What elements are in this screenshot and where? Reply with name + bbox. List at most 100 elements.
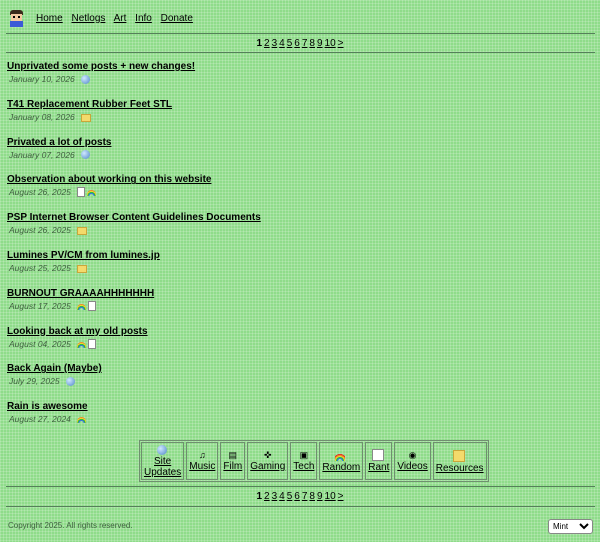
- category-gaming[interactable]: ✜ Gaming: [247, 442, 289, 480]
- category-link[interactable]: Film: [223, 461, 242, 472]
- list-item: Lumines PV/CM from lumines.jp August 25, …: [7, 249, 261, 287]
- divider: [6, 486, 595, 487]
- globe-icon: [156, 444, 167, 455]
- page-link[interactable]: 2: [264, 38, 270, 49]
- pagination-top: 1 2 3 4 5 6 7 8 9 10 >: [0, 38, 600, 49]
- list-item: Observation about working on this websit…: [7, 173, 261, 211]
- category-music[interactable]: ♫ Music: [186, 442, 219, 480]
- list-item: PSP Internet Browser Content Guidelines …: [7, 211, 261, 249]
- category-link[interactable]: Videos: [397, 461, 427, 472]
- document-icon: [87, 338, 96, 349]
- page-link[interactable]: 5: [287, 38, 293, 49]
- post-title-link[interactable]: Unprivated some posts + new changes!: [7, 60, 261, 73]
- post-date: August 25, 2025: [9, 262, 71, 273]
- post-title-link[interactable]: Privated a lot of posts: [7, 136, 261, 149]
- nav-link-donate[interactable]: Donate: [161, 13, 193, 24]
- category-tech[interactable]: ▣ Tech: [290, 442, 318, 480]
- category-link[interactable]: Resources: [436, 463, 484, 474]
- document-icon: [371, 449, 384, 461]
- category-videos[interactable]: ◉ Videos: [394, 442, 431, 480]
- folder-icon: [76, 227, 87, 236]
- page-link[interactable]: 10: [325, 491, 336, 502]
- page-link[interactable]: 4: [279, 491, 285, 502]
- globe-icon: [65, 376, 75, 386]
- page-link[interactable]: 8: [309, 38, 315, 49]
- rainbow-icon: [335, 451, 346, 461]
- next-page-link[interactable]: >: [338, 491, 344, 502]
- globe-icon: [80, 150, 90, 160]
- list-item: Unprivated some posts + new changes! Janu…: [7, 60, 261, 98]
- page-link[interactable]: 9: [317, 491, 323, 502]
- category-link[interactable]: Site Updates: [144, 456, 181, 478]
- divider: [6, 52, 595, 53]
- theme-select[interactable]: Mint: [548, 519, 593, 534]
- divider: [6, 33, 595, 34]
- nav-link-netlogs[interactable]: Netlogs: [71, 13, 105, 24]
- page-link[interactable]: 7: [302, 38, 308, 49]
- post-title-link[interactable]: T41 Replacement Rubber Feet STL: [7, 98, 261, 111]
- list-item: BURNOUT GRAAAAHHHHHHH August 17, 2025: [7, 287, 261, 325]
- category-site-updates[interactable]: Site Updates: [141, 442, 185, 480]
- video-icon: ◉: [408, 450, 417, 460]
- post-title-link[interactable]: Back Again (Maybe): [7, 362, 261, 375]
- computer-icon: ▣: [299, 450, 309, 460]
- nav-link-art[interactable]: Art: [114, 13, 127, 24]
- post-title-link[interactable]: Observation about working on this websit…: [7, 173, 261, 186]
- post-title-link[interactable]: Rain is awesome: [7, 400, 261, 413]
- page-link[interactable]: 7: [302, 491, 308, 502]
- post-title-link[interactable]: PSP Internet Browser Content Guidelines …: [7, 211, 261, 224]
- current-page: 1: [256, 38, 263, 49]
- category-bar: Site Updates ♫ Music ▤ Film ✜ Gaming ▣ Tech R…: [139, 440, 489, 482]
- copyright-text: Copyright 2025. All rights reserved.: [8, 521, 133, 530]
- page-link[interactable]: 3: [272, 38, 278, 49]
- category-link[interactable]: Music: [189, 461, 215, 472]
- page-link[interactable]: 5: [287, 491, 293, 502]
- avatar-logo[interactable]: [8, 9, 25, 27]
- page-link[interactable]: 9: [317, 38, 323, 49]
- header: Home Netlogs Art Info Donate: [8, 8, 199, 28]
- post-date: January 10, 2026: [9, 74, 75, 84]
- post-date: August 04, 2025: [9, 338, 71, 349]
- post-date: August 26, 2025: [9, 187, 71, 198]
- post-date: August 27, 2024: [9, 414, 71, 425]
- list-item: Back Again (Maybe) July 29, 2025: [7, 362, 261, 400]
- category-rant[interactable]: Rant: [365, 442, 393, 480]
- list-item: Looking back at my old posts August 04, 2…: [7, 325, 261, 363]
- post-title-link[interactable]: Looking back at my old posts: [7, 325, 261, 338]
- next-page-link[interactable]: >: [338, 38, 344, 49]
- post-date: January 07, 2026: [9, 149, 75, 160]
- gamepad-icon: ✜: [263, 450, 272, 460]
- category-link[interactable]: Tech: [293, 461, 314, 472]
- current-page: 1: [256, 491, 263, 502]
- list-item: T41 Replacement Rubber Feet STL January 0…: [7, 98, 261, 136]
- folder-icon: [452, 450, 465, 462]
- rainbow-icon: [76, 303, 86, 310]
- rainbow-icon: [76, 417, 86, 424]
- page-link[interactable]: 6: [294, 491, 300, 502]
- category-film[interactable]: ▤ Film: [220, 442, 246, 480]
- category-link[interactable]: Rant: [368, 462, 389, 473]
- page-link[interactable]: 2: [264, 491, 270, 502]
- page-link[interactable]: 3: [272, 491, 278, 502]
- folder-icon: [80, 113, 91, 122]
- film-icon: ▤: [228, 450, 238, 460]
- category-resources[interactable]: Resources: [432, 442, 487, 480]
- list-item: Rain is awesome August 27, 2024: [7, 400, 261, 438]
- nav-link-home[interactable]: Home: [36, 13, 63, 24]
- post-title-link[interactable]: Lumines PV/CM from lumines.jp: [7, 249, 261, 262]
- nav-link-info[interactable]: Info: [135, 13, 152, 24]
- category-link[interactable]: Gaming: [250, 461, 285, 472]
- category-link[interactable]: Random: [322, 462, 360, 473]
- page-link[interactable]: 4: [279, 38, 285, 49]
- page-link[interactable]: 6: [294, 38, 300, 49]
- page-link[interactable]: 8: [309, 491, 315, 502]
- pagination-bottom: 1 2 3 4 5 6 7 8 9 10 >: [0, 491, 600, 502]
- music-note-icon: ♫: [198, 450, 206, 460]
- page-link[interactable]: 10: [325, 38, 336, 49]
- post-title-link[interactable]: BURNOUT GRAAAAHHHHHHH: [7, 287, 261, 300]
- category-random[interactable]: Random: [319, 442, 364, 480]
- list-item: Privated a lot of posts January 07, 2026: [7, 136, 261, 174]
- post-date: August 17, 2025: [9, 300, 71, 311]
- rainbow-icon: [86, 190, 96, 197]
- folder-icon: [76, 264, 87, 273]
